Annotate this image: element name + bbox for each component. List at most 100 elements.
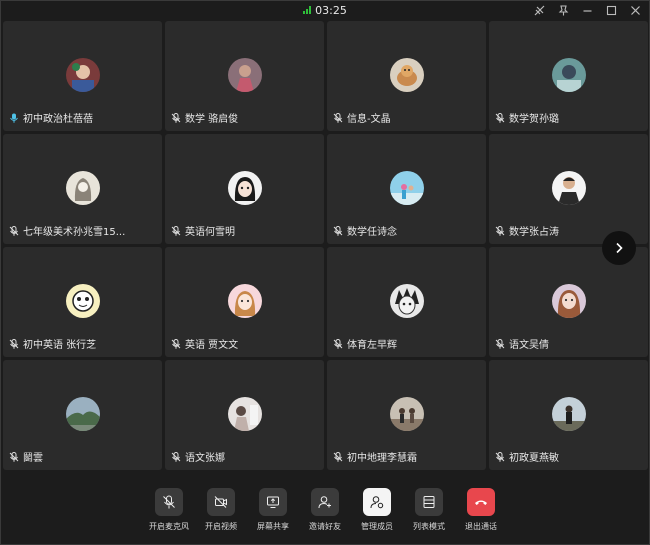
avatar — [65, 171, 100, 205]
call-timer: 03:25 — [303, 4, 347, 17]
participant-name-row: 英语何雪明 — [171, 223, 235, 238]
participant-name-row: 数学任诗念 — [333, 223, 397, 238]
close-icon[interactable] — [627, 2, 643, 18]
participant-grid: 初中政治杜蓓蓓 数学 骆启俊 信息-文晶 数学贺孙璐 七年级美术孙兆雪15...… — [3, 21, 648, 470]
invite-friends-button[interactable] — [311, 488, 339, 516]
avatar — [227, 397, 262, 431]
participant-name-row: 鬭雲 — [9, 449, 43, 464]
participant-name-row: 初中政治杜蓓蓓 — [9, 110, 93, 125]
participant-name: 数学张占涛 — [509, 227, 559, 238]
mic-off-icon — [171, 112, 181, 123]
mic-off-icon — [163, 495, 175, 509]
list-mode-label: 列表模式 — [413, 522, 445, 531]
participant-tile[interactable]: 鬭雲 — [3, 360, 162, 470]
mic-off-icon — [333, 112, 343, 123]
call-duration: 03:25 — [315, 3, 347, 17]
participant-tile[interactable]: 初中政治杜蓓蓓 — [3, 21, 162, 131]
avatar — [551, 171, 586, 205]
mic-off-icon — [333, 451, 343, 462]
participant-name: 语文吴倩 — [509, 340, 549, 351]
mic-toggle[interactable]: 开启麦克风 — [148, 479, 190, 539]
avatar — [389, 58, 424, 92]
manage-members[interactable]: 管理成员 — [356, 479, 398, 539]
network-icon[interactable] — [531, 2, 547, 18]
exit-call-button[interactable] — [467, 488, 495, 516]
invite-friends-label: 邀请好友 — [309, 522, 341, 531]
meeting-window: 03:25 初中政治杜蓓蓓 数学 骆启俊 信息-文晶 数学贺孙璐 七年级美术孙兆… — [0, 0, 650, 545]
participant-tile[interactable]: 体育左早辉 — [327, 247, 486, 357]
screen-share-button[interactable] — [259, 488, 287, 516]
avatar — [551, 284, 586, 318]
avatar — [65, 284, 100, 318]
list-mode[interactable]: 列表模式 — [408, 479, 450, 539]
participant-name-row: 初中地理李慧霜 — [333, 449, 417, 464]
screen-share[interactable]: 屏幕共享 — [252, 479, 294, 539]
mic-off-icon — [9, 451, 19, 462]
participant-tile[interactable]: 七年级美术孙兆雪15... — [3, 134, 162, 244]
participant-name-row: 数学张占涛 — [495, 223, 559, 238]
participant-name-row: 初政夏燕敏 — [495, 449, 559, 464]
video-toggle-button[interactable] — [207, 488, 235, 516]
avatar — [227, 171, 262, 205]
manage-members-button[interactable] — [363, 488, 391, 516]
mic-off-icon — [495, 451, 505, 462]
participant-name: 初中政治杜蓓蓓 — [23, 114, 93, 125]
participant-tile[interactable]: 初中地理李慧霜 — [327, 360, 486, 470]
user-settings-icon — [370, 496, 384, 509]
participant-tile[interactable]: 初中英语 张行芝 — [3, 247, 162, 357]
next-page-button[interactable] — [602, 231, 636, 265]
participant-tile[interactable]: 英语何雪明 — [165, 134, 324, 244]
participant-name: 鬭雲 — [23, 453, 43, 464]
participant-tile[interactable]: 语文张娜 — [165, 360, 324, 470]
participant-tile[interactable]: 英语 贾文文 — [165, 247, 324, 357]
mic-off-icon — [171, 225, 181, 236]
invite-friends[interactable]: 邀请好友 — [304, 479, 346, 539]
participant-name: 数学任诗念 — [347, 227, 397, 238]
avatar — [551, 58, 586, 92]
list-mode-button[interactable] — [415, 488, 443, 516]
participant-tile[interactable]: 数学 骆启俊 — [165, 21, 324, 131]
mic-off-icon — [333, 225, 343, 236]
avatar — [389, 284, 424, 318]
participant-name: 信息-文晶 — [347, 114, 391, 125]
minimize-icon[interactable] — [579, 2, 595, 18]
avatar — [389, 397, 424, 431]
participant-name: 初政夏燕敏 — [509, 453, 559, 464]
mic-off-icon — [171, 451, 181, 462]
participant-name-row: 数学贺孙璐 — [495, 110, 559, 125]
signal-strength-icon — [303, 6, 312, 14]
participant-name: 七年级美术孙兆雪15... — [23, 227, 126, 238]
participant-tile[interactable]: 数学贺孙璐 — [489, 21, 648, 131]
participant-tile[interactable]: 信息-文晶 — [327, 21, 486, 131]
add-user-icon — [318, 496, 331, 509]
pin-icon[interactable] — [555, 2, 571, 18]
manage-members-label: 管理成员 — [361, 522, 393, 531]
participant-name-row: 英语 贾文文 — [171, 336, 238, 351]
mic-off-icon — [495, 225, 505, 236]
mic-off-icon — [171, 338, 181, 349]
participant-tile[interactable]: 数学张占涛 — [489, 134, 648, 244]
participant-tile[interactable]: 数学任诗念 — [327, 134, 486, 244]
mic-toggle-button[interactable] — [155, 488, 183, 516]
video-toggle[interactable]: 开启视频 — [200, 479, 242, 539]
mic-toggle-label: 开启麦克风 — [149, 522, 189, 531]
avatar — [389, 171, 424, 205]
participant-name: 初中英语 张行芝 — [23, 340, 97, 351]
hang-up-icon — [475, 500, 487, 505]
mic-on-icon — [9, 113, 19, 123]
participant-name-row: 七年级美术孙兆雪15... — [9, 223, 125, 238]
participant-name: 体育左早辉 — [347, 340, 397, 351]
maximize-icon[interactable] — [603, 2, 619, 18]
screen-share-label: 屏幕共享 — [257, 522, 289, 531]
exit-call[interactable]: 退出通话 — [460, 479, 502, 539]
participant-name-row: 语文吴倩 — [495, 336, 549, 351]
mic-off-icon — [495, 112, 505, 123]
participant-name-row: 信息-文晶 — [333, 110, 391, 125]
video-toggle-label: 开启视频 — [205, 522, 237, 531]
screen-share-icon — [267, 496, 279, 508]
mic-off-icon — [9, 338, 19, 349]
call-toolbar: 开启麦克风 开启视频 屏幕共享 邀请好友 管理成员 列表模式 退出通话 — [1, 479, 649, 539]
participant-tile[interactable]: 初政夏燕敏 — [489, 360, 648, 470]
participant-name: 数学 骆启俊 — [185, 114, 239, 125]
participant-name: 语文张娜 — [185, 453, 225, 464]
